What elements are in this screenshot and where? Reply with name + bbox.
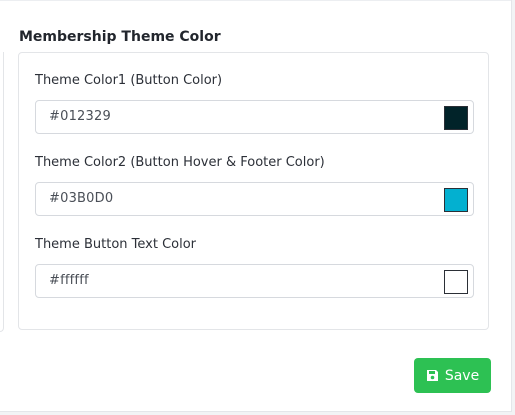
theme-color1-swatch[interactable] — [444, 106, 468, 130]
theme-color2-swatch[interactable] — [444, 188, 468, 212]
theme-button-text-color-swatch[interactable] — [444, 270, 468, 294]
theme-settings-panel: Membership Theme Color Theme Color1 (But… — [0, 0, 512, 412]
theme-color2-input[interactable]: #03B0D0 — [35, 182, 474, 216]
theme-color2-value: #03B0D0 — [49, 191, 114, 206]
save-button-label: Save — [444, 367, 480, 384]
theme-color1-label: Theme Color1 (Button Color) — [35, 73, 223, 88]
theme-color1-input[interactable]: #012329 — [35, 100, 474, 134]
floppy-disk-icon — [426, 369, 439, 382]
theme-button-text-color-input[interactable]: #ffffff — [35, 264, 474, 298]
divider — [0, 0, 511, 1]
theme-color-card: Theme Color1 (Button Color) #012329 Them… — [18, 52, 489, 330]
theme-button-text-color-value: #ffffff — [49, 273, 89, 288]
theme-color2-label: Theme Color2 (Button Hover & Footer Colo… — [35, 155, 325, 170]
save-button[interactable]: Save — [414, 358, 491, 393]
theme-button-text-color-label: Theme Button Text Color — [35, 237, 197, 252]
section-title: Membership Theme Color — [19, 29, 221, 45]
adjacent-card-edge — [0, 52, 4, 332]
theme-color1-value: #012329 — [49, 109, 111, 124]
